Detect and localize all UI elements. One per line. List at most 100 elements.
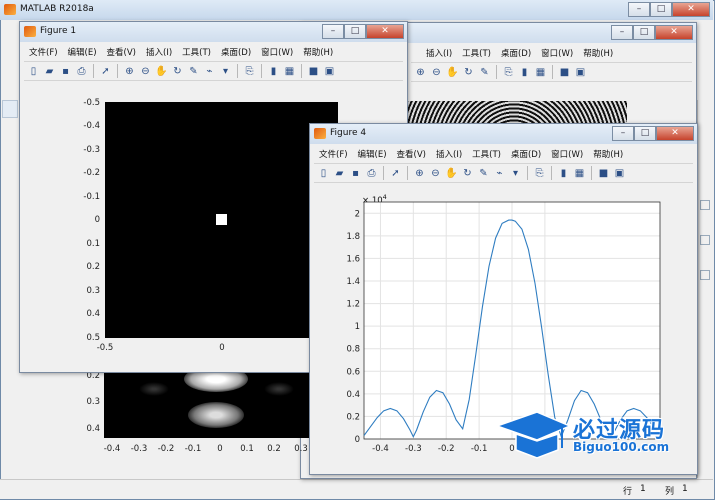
bg-maximize-button[interactable]: □ — [633, 25, 655, 40]
menu-help[interactable]: 帮助(H) — [298, 44, 338, 60]
menu-view[interactable]: 查看(V) — [102, 44, 141, 60]
link-icon[interactable]: ⎘ — [243, 65, 256, 78]
main-maximize-button[interactable]: □ — [650, 2, 672, 17]
panel-toggle-icon[interactable] — [700, 235, 710, 245]
bg-close-button[interactable]: ✕ — [655, 25, 693, 40]
menu-desktop[interactable]: 桌面(D) — [506, 146, 546, 162]
panel-toggle-icon[interactable] — [700, 200, 710, 210]
main-close-button[interactable]: ✕ — [672, 2, 710, 17]
chevron-down-icon[interactable]: ▾ — [219, 65, 232, 78]
bg-y-tick: 0.3 — [86, 397, 100, 407]
rotate-icon[interactable]: ↻ — [171, 65, 184, 78]
menu-insert[interactable]: 插入(I) — [141, 44, 177, 60]
colorbar-icon[interactable]: ▮ — [518, 66, 531, 79]
show-plot-tools-icon[interactable]: ▣ — [574, 66, 587, 79]
chevron-down-icon[interactable]: ▾ — [509, 167, 522, 180]
menu-window[interactable]: 窗口(W) — [256, 44, 298, 60]
print-icon[interactable]: ⎙ — [365, 167, 378, 180]
open-folder-icon[interactable]: ▰ — [43, 65, 56, 78]
figure-4-title-bar[interactable]: Figure 4 – □ ✕ — [310, 124, 697, 144]
pointer-icon[interactable]: ➚ — [389, 167, 402, 180]
fig1-white-square — [216, 214, 227, 225]
open-folder-icon[interactable]: ▰ — [333, 167, 346, 180]
zoom-out-icon[interactable]: ⊖ — [429, 167, 442, 180]
zoom-in-icon[interactable]: ⊕ — [414, 66, 427, 79]
pan-icon[interactable]: ✋ — [446, 66, 459, 79]
fig1-minimize-button[interactable]: – — [322, 24, 344, 39]
toolbar-separator — [591, 166, 592, 180]
bg-minimize-button[interactable]: – — [611, 25, 633, 40]
main-minimize-button[interactable]: – — [628, 2, 650, 17]
data-cursor-icon[interactable]: ✎ — [187, 65, 200, 78]
fig4-close-button[interactable]: ✕ — [656, 126, 694, 141]
zoom-in-icon[interactable]: ⊕ — [413, 167, 426, 180]
data-cursor-icon[interactable]: ✎ — [477, 167, 490, 180]
fig1-y-tick: 0 — [94, 215, 100, 225]
bg-menu-item[interactable]: 帮助(H) — [578, 45, 618, 61]
new-file-icon[interactable]: ▯ — [317, 167, 330, 180]
pan-icon[interactable]: ✋ — [445, 167, 458, 180]
rotate-icon[interactable]: ↻ — [461, 167, 474, 180]
pan-icon[interactable]: ✋ — [155, 65, 168, 78]
legend-icon[interactable]: ▦ — [534, 66, 547, 79]
brush-icon[interactable]: ⌁ — [493, 167, 506, 180]
bg-menu-item[interactable]: 桌面(D) — [496, 45, 536, 61]
fig4-maximize-button[interactable]: □ — [634, 126, 656, 141]
toolbar-separator — [551, 166, 552, 180]
bg-image-lobe — [264, 382, 294, 396]
colorbar-icon[interactable]: ▮ — [557, 167, 570, 180]
link-icon[interactable]: ⎘ — [533, 167, 546, 180]
show-plot-tools-icon[interactable]: ▣ — [613, 167, 626, 180]
show-plot-tools-icon[interactable]: ▣ — [323, 65, 336, 78]
save-icon[interactable]: ▪ — [349, 167, 362, 180]
bg-x-tick: 0.1 — [240, 444, 254, 454]
menu-help[interactable]: 帮助(H) — [588, 146, 628, 162]
fig1-y-tick: -0.5 — [83, 98, 100, 108]
matlab-logo-icon — [314, 128, 326, 139]
new-file-icon[interactable]: ▯ — [27, 65, 40, 78]
fig1-close-button[interactable]: ✕ — [366, 24, 404, 39]
menu-edit[interactable]: 编辑(E) — [353, 146, 392, 162]
data-cursor-icon[interactable]: ✎ — [478, 66, 491, 79]
print-icon[interactable]: ⎙ — [75, 65, 88, 78]
hide-plot-tools-icon[interactable]: ■ — [307, 65, 320, 78]
pointer-icon[interactable]: ➚ — [99, 65, 112, 78]
menu-tools[interactable]: 工具(T) — [467, 146, 506, 162]
toolbar-separator — [407, 166, 408, 180]
fig1-x-tick: 0 — [219, 343, 225, 353]
main-back-icon[interactable] — [2, 100, 18, 118]
fig4-minimize-button[interactable]: – — [612, 126, 634, 141]
rotate-icon[interactable]: ↻ — [462, 66, 475, 79]
zoom-out-icon[interactable]: ⊖ — [430, 66, 443, 79]
menu-window[interactable]: 窗口(W) — [546, 146, 588, 162]
menu-file[interactable]: 文件(F) — [24, 44, 63, 60]
link-icon[interactable]: ⎘ — [502, 66, 515, 79]
menu-desktop[interactable]: 桌面(D) — [216, 44, 256, 60]
colorbar-icon[interactable]: ▮ — [267, 65, 280, 78]
zoom-out-icon[interactable]: ⊖ — [139, 65, 152, 78]
bg-menu-item[interactable]: 工具(T) — [457, 45, 496, 61]
legend-icon[interactable]: ▦ — [573, 167, 586, 180]
bg-menu-item[interactable]: 窗口(W) — [536, 45, 578, 61]
menu-tools[interactable]: 工具(T) — [177, 44, 216, 60]
fig1-maximize-button[interactable]: □ — [344, 24, 366, 39]
menu-file[interactable]: 文件(F) — [314, 146, 353, 162]
menu-edit[interactable]: 编辑(E) — [63, 44, 102, 60]
bg-image-stripes — [401, 101, 627, 123]
menu-insert[interactable]: 插入(I) — [431, 146, 467, 162]
x-tick-label: -0.3 — [405, 444, 422, 454]
bg-menu-item[interactable]: 插入(I) — [421, 45, 457, 61]
panel-toggle-icon[interactable] — [700, 270, 710, 280]
y-tick-label: 1 — [355, 322, 360, 332]
hide-plot-tools-icon[interactable]: ■ — [558, 66, 571, 79]
main-right-panel — [697, 100, 712, 478]
legend-icon[interactable]: ▦ — [283, 65, 296, 78]
zoom-in-icon[interactable]: ⊕ — [123, 65, 136, 78]
figure-1-title-bar[interactable]: Figure 1 – □ ✕ — [20, 22, 407, 42]
hide-plot-tools-icon[interactable]: ■ — [597, 167, 610, 180]
fig1-y-tick: -0.2 — [83, 168, 100, 178]
brush-icon[interactable]: ⌁ — [203, 65, 216, 78]
save-icon[interactable]: ▪ — [59, 65, 72, 78]
menu-view[interactable]: 查看(V) — [392, 146, 431, 162]
bg-image-lobe — [188, 402, 244, 428]
